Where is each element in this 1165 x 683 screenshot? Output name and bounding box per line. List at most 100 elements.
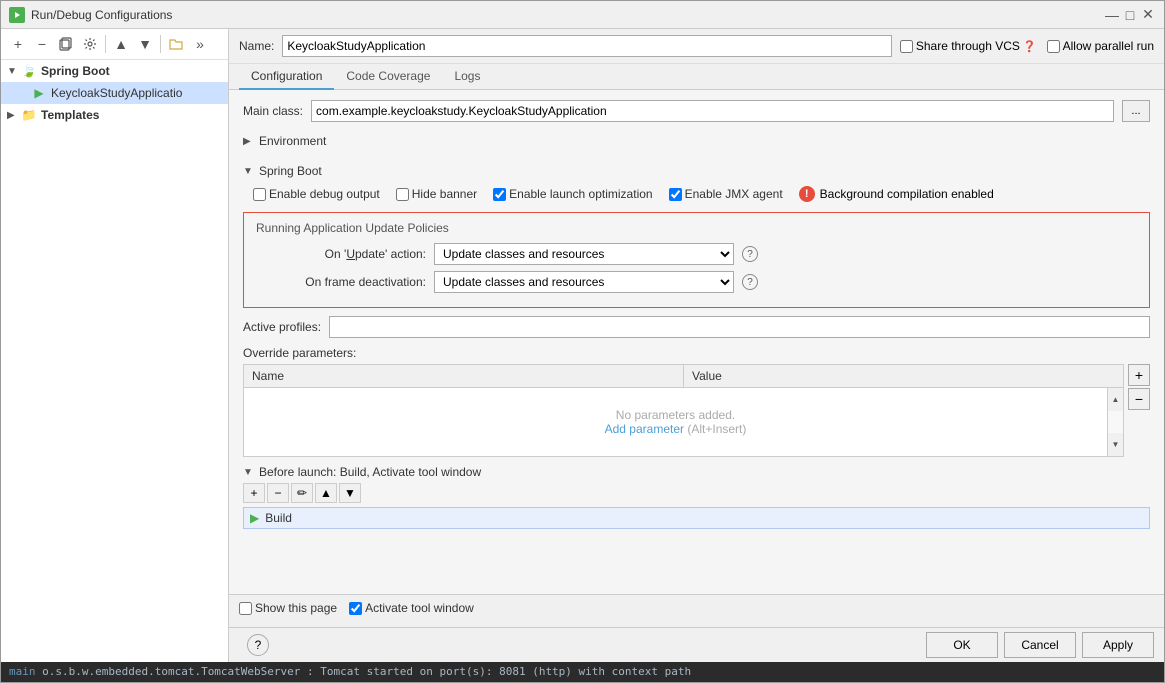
on-frame-label: On frame deactivation:: [256, 275, 426, 289]
move-down-button[interactable]: ▼: [134, 33, 156, 55]
main-content: + − ▲ ▼ » ▼ 🍃 Sp: [1, 29, 1164, 662]
scroll-down-button[interactable]: ▼: [1108, 433, 1123, 456]
sidebar-item-keycloak[interactable]: ▶ KeycloakStudyApplicatio: [1, 82, 228, 104]
cancel-button[interactable]: Cancel: [1004, 632, 1076, 658]
bg-compilation-label: Background compilation enabled: [820, 187, 994, 201]
on-update-help-icon[interactable]: ?: [742, 246, 758, 262]
run-debug-configurations-window: Run/Debug Configurations — □ ✕ + − ▲ ▼: [0, 0, 1165, 683]
keycloak-run-icon: ▶: [31, 85, 47, 101]
remove-config-button[interactable]: −: [31, 33, 53, 55]
window-title: Run/Debug Configurations: [31, 8, 172, 22]
enable-launch-checkbox[interactable]: [493, 188, 506, 201]
name-input[interactable]: [282, 35, 892, 57]
footer-options: Show this page Activate tool window: [239, 601, 1154, 615]
right-panel: Name: Share through VCS ❓ Allow parallel…: [229, 29, 1164, 662]
show-page-checkbox[interactable]: [239, 602, 252, 615]
params-empty-area: No parameters added. Add parameter (Alt+…: [244, 388, 1107, 456]
sidebar-group-spring-boot[interactable]: ▼ 🍃 Spring Boot: [1, 60, 228, 82]
settings-config-button[interactable]: [79, 33, 101, 55]
environment-section-header[interactable]: ▶ Environment: [243, 130, 1150, 152]
terminal-bar: main o.s.b.w.embedded.tomcat.TomcatWebSe…: [1, 662, 1164, 682]
share-vcs-help-icon[interactable]: ❓: [1023, 40, 1037, 53]
on-update-row: On 'Update' action: Update classes and r…: [256, 243, 1137, 265]
minimize-button[interactable]: —: [1104, 7, 1120, 23]
terminal-text: o.s.b.w.embedded.tomcat.TomcatWebServer …: [42, 665, 691, 678]
main-class-label: Main class:: [243, 104, 303, 118]
add-param-button[interactable]: +: [1128, 364, 1150, 386]
maximize-button[interactable]: □: [1122, 7, 1138, 23]
add-param-shortcut: (Alt+Insert): [687, 422, 746, 436]
more-button[interactable]: »: [189, 33, 211, 55]
apply-button[interactable]: Apply: [1082, 632, 1154, 658]
active-profiles-input[interactable]: [329, 316, 1150, 338]
on-update-select[interactable]: Update classes and resources: [434, 243, 734, 265]
copy-config-button[interactable]: [55, 33, 77, 55]
remove-param-button[interactable]: −: [1128, 388, 1150, 410]
activate-window-checkbox[interactable]: [349, 602, 362, 615]
bg-compilation-item: ! Background compilation enabled: [799, 186, 994, 202]
enable-jmx-checkbox[interactable]: [669, 188, 682, 201]
toolbar-separator: [105, 35, 106, 53]
active-profiles-label: Active profiles:: [243, 320, 321, 334]
add-config-button[interactable]: +: [7, 33, 29, 55]
expand-arrow-spring-boot: ▼: [7, 66, 21, 77]
name-bar: Name: Share through VCS ❓ Allow parallel…: [229, 29, 1164, 64]
tab-code-coverage[interactable]: Code Coverage: [334, 64, 442, 90]
main-class-input[interactable]: [311, 100, 1114, 122]
on-frame-row: On frame deactivation: Update classes an…: [256, 271, 1137, 293]
override-params-label: Override parameters:: [243, 346, 1150, 360]
hide-banner-option[interactable]: Hide banner: [396, 187, 477, 201]
on-frame-select[interactable]: Update classes and resources: [434, 271, 734, 293]
share-vcs-label: Share through VCS: [916, 39, 1020, 53]
expand-arrow-templates: ▶: [7, 110, 21, 121]
allow-parallel-label: Allow parallel run: [1063, 39, 1154, 53]
enable-launch-option[interactable]: Enable launch optimization: [493, 187, 652, 201]
build-item: ▶ Build: [243, 507, 1150, 529]
share-vcs-checkbox[interactable]: [900, 40, 913, 53]
params-scrollbar: ▲ ▼: [1107, 388, 1123, 456]
params-action-buttons: + −: [1128, 364, 1150, 410]
bl-up-button[interactable]: ▲: [315, 483, 337, 503]
on-frame-help-icon[interactable]: ?: [742, 274, 758, 290]
warning-icon: !: [799, 186, 815, 202]
bl-remove-button[interactable]: −: [267, 483, 289, 503]
enable-jmx-option[interactable]: Enable JMX agent: [669, 187, 783, 201]
move-up-button[interactable]: ▲: [110, 33, 132, 55]
enable-jmx-label: Enable JMX agent: [685, 187, 783, 201]
config-content: Main class: ... ▶ Environment ▼ Spring B…: [229, 90, 1164, 594]
scroll-up-button[interactable]: ▲: [1108, 388, 1123, 411]
tab-logs[interactable]: Logs: [442, 64, 492, 90]
build-item-label: Build: [265, 511, 292, 525]
scroll-track: [1108, 411, 1123, 434]
params-value-header: Value: [684, 365, 1123, 387]
enable-debug-checkbox[interactable]: [253, 188, 266, 201]
bl-add-button[interactable]: +: [243, 483, 265, 503]
ok-button[interactable]: OK: [926, 632, 998, 658]
sidebar-toolbar: + − ▲ ▼ »: [1, 29, 228, 60]
hide-banner-checkbox[interactable]: [396, 188, 409, 201]
title-bar-controls: — □ ✕: [1104, 7, 1156, 23]
name-field-label: Name:: [239, 39, 274, 53]
sidebar-group-templates[interactable]: ▶ 📁 Templates: [1, 104, 228, 126]
activate-window-option[interactable]: Activate tool window: [349, 601, 474, 615]
folder-button[interactable]: [165, 33, 187, 55]
bl-edit-button[interactable]: ✏: [291, 483, 313, 503]
override-params-section: Override parameters: Name Value No param…: [243, 346, 1150, 457]
spring-boot-section: ▼ Spring Boot Enable debug output Hide b…: [243, 160, 1150, 308]
no-params-text: No parameters added.: [264, 408, 1087, 422]
main-class-browse-button[interactable]: ...: [1122, 100, 1150, 122]
bl-down-button[interactable]: ▼: [339, 483, 361, 503]
spring-boot-group-icon: 🍃: [21, 63, 37, 79]
close-button[interactable]: ✕: [1140, 7, 1156, 23]
add-param-link[interactable]: Add parameter: [605, 422, 684, 436]
on-update-label: On 'Update' action:: [256, 247, 426, 261]
spring-boot-expand-arrow: ▼: [243, 166, 255, 177]
enable-debug-option[interactable]: Enable debug output: [253, 187, 380, 201]
help-button[interactable]: ?: [247, 634, 269, 656]
show-page-option[interactable]: Show this page: [239, 601, 337, 615]
spring-boot-options: Enable debug output Hide banner Enable l…: [243, 182, 1150, 206]
params-table-container: Name Value No parameters added. Add para…: [243, 364, 1124, 457]
allow-parallel-checkbox[interactable]: [1047, 40, 1060, 53]
spring-boot-section-header[interactable]: ▼ Spring Boot: [243, 160, 1150, 182]
tab-configuration[interactable]: Configuration: [239, 64, 334, 90]
